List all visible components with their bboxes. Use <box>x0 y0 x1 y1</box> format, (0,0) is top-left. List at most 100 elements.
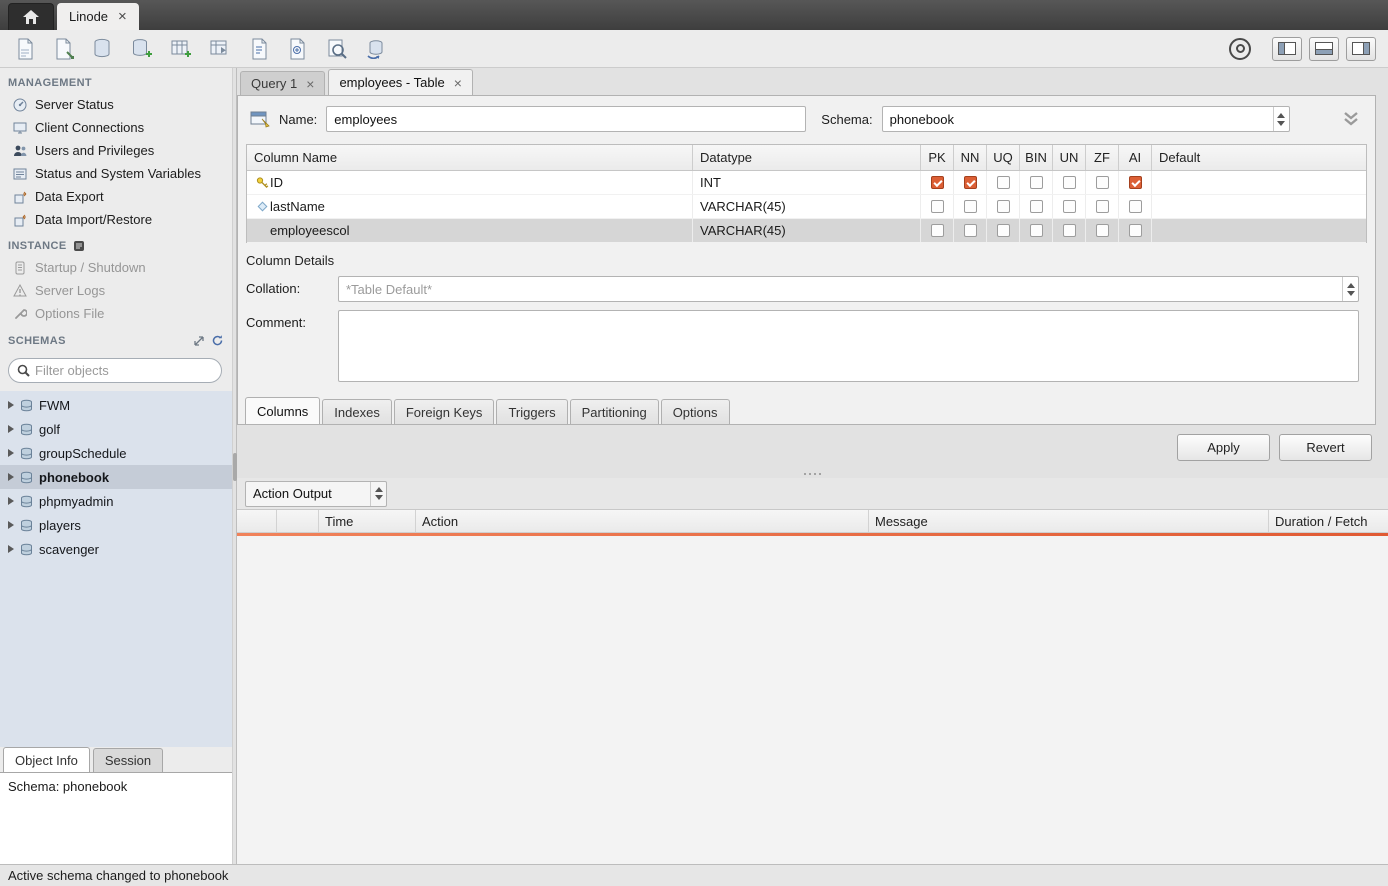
output-col-action[interactable]: Action <box>416 510 869 532</box>
header-default[interactable]: Default <box>1152 145 1366 170</box>
output-col-message[interactable]: Message <box>869 510 1269 532</box>
close-tab-icon[interactable]: × <box>454 76 462 90</box>
tab-foreign-keys[interactable]: Foreign Keys <box>394 399 495 424</box>
sidebar-item-server-status[interactable]: Server Status <box>0 93 232 116</box>
flag-nn-checkbox[interactable] <box>964 224 977 237</box>
toggle-right-panel-icon[interactable] <box>1346 37 1376 61</box>
revert-button[interactable]: Revert <box>1279 434 1372 461</box>
tab-employees-table[interactable]: employees - Table × <box>328 69 472 95</box>
header-pk[interactable]: PK <box>921 145 954 170</box>
flag-nn-checkbox[interactable] <box>964 176 977 189</box>
header-bin[interactable]: BIN <box>1020 145 1053 170</box>
expander-icon[interactable] <box>8 425 14 433</box>
scrollbar-thumb[interactable] <box>233 453 237 481</box>
tab-query-1[interactable]: Query 1 × <box>240 71 325 95</box>
column-row-id[interactable]: ID INT <box>247 171 1366 195</box>
flag-uq-checkbox[interactable] <box>997 200 1010 213</box>
flag-ai-checkbox[interactable] <box>1129 200 1142 213</box>
collation-select[interactable]: *Table Default* <box>338 276 1359 302</box>
sidebar-item-data-import[interactable]: Data Import/Restore <box>0 208 232 231</box>
sidebar-item-data-export[interactable]: Data Export <box>0 185 232 208</box>
expander-icon[interactable] <box>8 449 14 457</box>
create-procedure-icon[interactable] <box>207 36 233 62</box>
flag-zf-checkbox[interactable] <box>1096 224 1109 237</box>
create-view-icon[interactable] <box>168 36 194 62</box>
apply-button[interactable]: Apply <box>1177 434 1270 461</box>
sidebar-item-system-variables[interactable]: Status and System Variables <box>0 162 232 185</box>
schema-select[interactable]: phonebook <box>882 106 1290 132</box>
tab-indexes[interactable]: Indexes <box>322 399 392 424</box>
search-objects-icon[interactable] <box>324 36 350 62</box>
comment-textarea[interactable] <box>338 310 1359 382</box>
home-tab[interactable] <box>8 3 54 30</box>
header-zf[interactable]: ZF <box>1086 145 1119 170</box>
header-datatype[interactable]: Datatype <box>693 145 921 170</box>
flag-un-checkbox[interactable] <box>1063 224 1076 237</box>
schema-item-players[interactable]: players <box>0 513 232 537</box>
tab-object-info[interactable]: Object Info <box>3 747 90 772</box>
flag-pk-checkbox[interactable] <box>931 200 944 213</box>
flag-zf-checkbox[interactable] <box>1096 176 1109 189</box>
output-selector[interactable]: Action Output <box>245 481 387 507</box>
expander-icon[interactable] <box>8 545 14 553</box>
create-schema-icon[interactable] <box>90 36 116 62</box>
refresh-schemas-icon[interactable] <box>211 334 224 347</box>
create-table-icon[interactable] <box>129 36 155 62</box>
sidebar-item-client-connections[interactable]: Client Connections <box>0 116 232 139</box>
reconnect-database-icon[interactable] <box>363 36 389 62</box>
header-nn[interactable]: NN <box>954 145 987 170</box>
column-row-employeescol[interactable]: employeescol VARCHAR(45) <box>247 219 1366 243</box>
header-column-name[interactable]: Column Name <box>247 145 693 170</box>
connection-tab-linode[interactable]: Linode × <box>57 3 139 30</box>
expand-schemas-icon[interactable] <box>193 335 205 347</box>
toggle-left-panel-icon[interactable] <box>1272 37 1302 61</box>
column-default[interactable] <box>1152 171 1366 194</box>
sidebar-scrollbar[interactable] <box>232 68 237 864</box>
collapse-header-icon[interactable] <box>1341 110 1361 128</box>
expander-icon[interactable] <box>8 401 14 409</box>
header-ai[interactable]: AI <box>1119 145 1152 170</box>
output-col-duration[interactable]: Duration / Fetch <box>1269 510 1388 532</box>
sidebar-item-server-logs[interactable]: Server Logs <box>0 279 232 302</box>
flag-ai-checkbox[interactable] <box>1129 176 1142 189</box>
open-sql-script-icon[interactable] <box>51 36 77 62</box>
flag-un-checkbox[interactable] <box>1063 176 1076 189</box>
table-name-input[interactable] <box>326 106 806 132</box>
insert-data-icon[interactable] <box>246 36 272 62</box>
close-tab-icon[interactable]: × <box>306 77 314 91</box>
sidebar-item-startup-shutdown[interactable]: Startup / Shutdown <box>0 256 232 279</box>
sidebar-item-users-privileges[interactable]: Users and Privileges <box>0 139 232 162</box>
output-splitter-handle[interactable] <box>237 469 1388 478</box>
flag-ai-checkbox[interactable] <box>1129 224 1142 237</box>
tab-options[interactable]: Options <box>661 399 730 424</box>
expander-icon[interactable] <box>8 497 14 505</box>
stepper-icon[interactable] <box>1273 107 1289 131</box>
schema-item-scavenger[interactable]: scavenger <box>0 537 232 561</box>
tab-session[interactable]: Session <box>93 748 163 772</box>
flag-uq-checkbox[interactable] <box>997 176 1010 189</box>
flag-nn-checkbox[interactable] <box>964 200 977 213</box>
schema-item-phpmyadmin[interactable]: phpmyadmin <box>0 489 232 513</box>
schema-item-golf[interactable]: golf <box>0 417 232 441</box>
header-uq[interactable]: UQ <box>987 145 1020 170</box>
schema-item-groupschedule[interactable]: groupSchedule <box>0 441 232 465</box>
flag-bin-checkbox[interactable] <box>1030 176 1043 189</box>
schema-filter-input[interactable] <box>35 363 213 378</box>
output-col-time[interactable]: Time <box>319 510 416 532</box>
header-un[interactable]: UN <box>1053 145 1086 170</box>
flag-pk-checkbox[interactable] <box>931 224 944 237</box>
sidebar-item-options-file[interactable]: Options File <box>0 302 232 325</box>
flag-bin-checkbox[interactable] <box>1030 224 1043 237</box>
column-default[interactable] <box>1152 195 1366 218</box>
expander-icon[interactable] <box>8 521 14 529</box>
flag-un-checkbox[interactable] <box>1063 200 1076 213</box>
flag-uq-checkbox[interactable] <box>997 224 1010 237</box>
column-row-lastname[interactable]: lastName VARCHAR(45) <box>247 195 1366 219</box>
flag-zf-checkbox[interactable] <box>1096 200 1109 213</box>
export-result-icon[interactable] <box>285 36 311 62</box>
tab-columns[interactable]: Columns <box>245 397 320 424</box>
new-query-tab-icon[interactable] <box>12 36 38 62</box>
schema-item-phonebook[interactable]: phonebook <box>0 465 232 489</box>
schema-item-fwm[interactable]: FWM <box>0 393 232 417</box>
tab-triggers[interactable]: Triggers <box>496 399 567 424</box>
